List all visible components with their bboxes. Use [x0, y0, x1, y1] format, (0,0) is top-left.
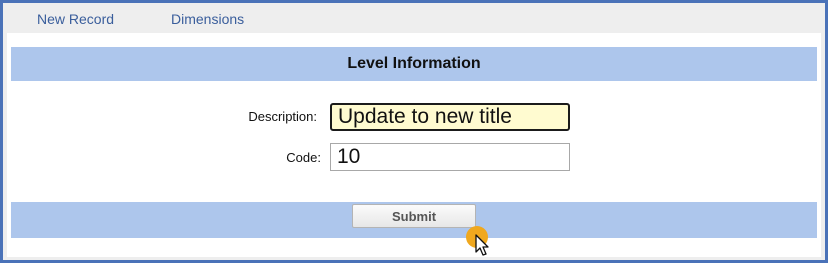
level-form-panel: Level Information Description: Code: Sub…	[7, 33, 821, 257]
window-frame: New Record Dimensions Level Information …	[0, 0, 828, 263]
mouse-pointer-icon	[466, 226, 496, 260]
description-label: Description:	[248, 109, 317, 124]
top-nav: New Record Dimensions	[3, 3, 825, 33]
code-input[interactable]	[330, 143, 570, 171]
nav-new-record-link[interactable]: New Record	[37, 11, 114, 27]
description-input[interactable]	[330, 103, 570, 131]
form-footer-bar: Submit	[11, 202, 817, 238]
code-label: Code:	[286, 150, 321, 165]
nav-dimensions-link[interactable]: Dimensions	[171, 11, 244, 27]
submit-button[interactable]: Submit	[352, 204, 476, 228]
form-title: Level Information	[11, 47, 817, 81]
arrow-cursor-icon	[475, 234, 489, 256]
